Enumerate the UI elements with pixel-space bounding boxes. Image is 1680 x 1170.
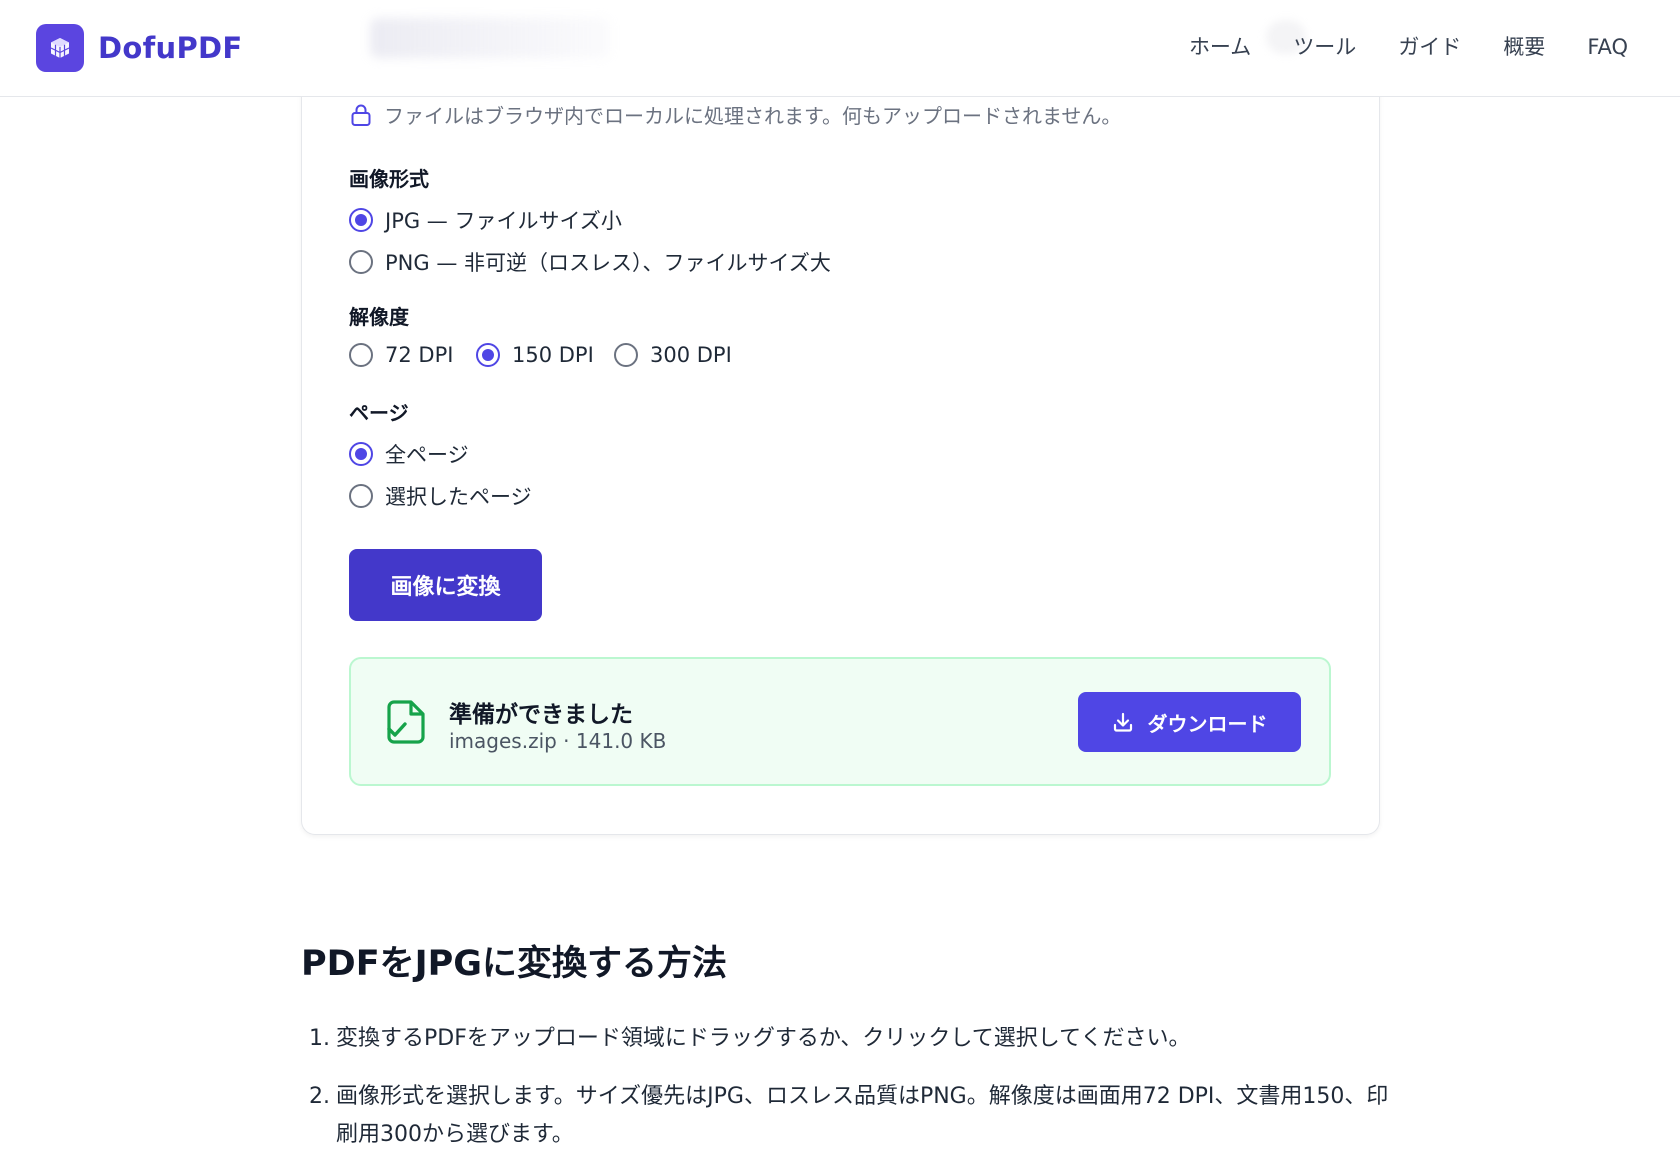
logo-text: DofuPDF: [98, 31, 243, 65]
format-option-jpg[interactable]: JPG — ファイルサイズ小: [349, 205, 622, 235]
file-check-icon: [387, 700, 425, 744]
radio-selected-pages[interactable]: [349, 484, 373, 508]
radio-jpg[interactable]: [349, 208, 373, 232]
nav-faq[interactable]: FAQ: [1587, 31, 1628, 63]
nav-home[interactable]: ホーム: [1189, 31, 1251, 63]
howto-step: 1. 変換するPDFをアップロード領域にドラッグするか、クリックして選択してくだ…: [309, 1026, 1191, 1051]
result-file-info: images.zip · 141.0 KB: [449, 729, 667, 753]
nav-guide[interactable]: ガイド: [1398, 31, 1461, 63]
resolution-option-300[interactable]: 300 DPI: [614, 343, 732, 367]
main-nav: ホーム ツール ガイド 概要 FAQ: [1189, 31, 1628, 63]
result-title: 準備ができました: [449, 702, 633, 728]
format-label: 画像形式: [349, 167, 429, 191]
radio-png[interactable]: [349, 250, 373, 274]
nav-about[interactable]: 概要: [1503, 31, 1545, 63]
download-button-label: ダウンロード: [1147, 711, 1268, 736]
lock-icon: [351, 104, 371, 126]
local-note-text: ファイルはブラウザ内でローカルに処理されます。何もアップロードされません。: [384, 104, 1122, 128]
pages-label: ページ: [349, 401, 409, 425]
blurred-overlay: [370, 18, 610, 58]
radio-72dpi[interactable]: [349, 343, 373, 367]
format-option-png[interactable]: PNG — 非可逆（ロスレス）、ファイルサイズ大: [349, 247, 831, 277]
resolution-option-72[interactable]: 72 DPI: [349, 343, 453, 367]
pages-option-all[interactable]: 全ページ: [349, 439, 469, 469]
radio-all-pages[interactable]: [349, 442, 373, 466]
convert-button[interactable]: 画像に変換: [349, 549, 542, 621]
howto-steps: 1. 変換するPDFをアップロード領域にドラッグするか、クリックして選択してくだ…: [309, 1020, 1389, 1170]
resolution-label: 解像度: [349, 305, 409, 329]
result-panel: 準備ができました images.zip · 141.0 KB ダウンロード: [349, 657, 1331, 786]
logo[interactable]: DofuPDF: [36, 24, 243, 72]
nav-tools[interactable]: ツール: [1293, 31, 1356, 63]
pages-option-selected[interactable]: 選択したページ: [349, 481, 532, 511]
resolution-option-150[interactable]: 150 DPI: [476, 343, 594, 367]
howto-title: PDFをJPGに変換する方法: [301, 944, 728, 984]
local-processing-note: ファイルはブラウザ内でローカルに処理されます。何もアップロードされません。: [350, 100, 1121, 129]
cube-logo-icon: [36, 24, 84, 72]
download-icon: [1113, 712, 1132, 732]
site-header: DofuPDF ホーム ツール ガイド 概要 FAQ: [0, 0, 1680, 97]
howto-step: 2. 画像形式を選択します。サイズ優先はJPG、ロスレス品質はPNG。解像度は画…: [309, 1084, 1389, 1147]
radio-300dpi[interactable]: [614, 343, 638, 367]
radio-150dpi[interactable]: [476, 343, 500, 367]
download-button[interactable]: ダウンロード: [1078, 692, 1301, 752]
